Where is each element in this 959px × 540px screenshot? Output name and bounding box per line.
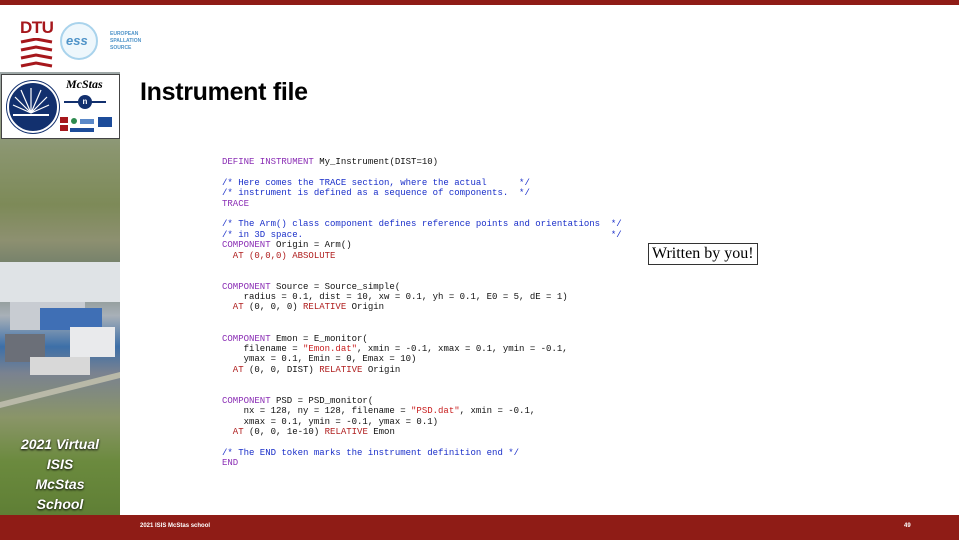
dtu-logo: DTU [20, 18, 54, 68]
mcstas-logo-text: McStas [66, 77, 103, 91]
code-token: Emon = E_monitor( [270, 333, 368, 344]
code-line: AT (0, 0, 1e-10) RELATIVE Emon [222, 427, 622, 437]
code-token: "Emon.dat" [303, 344, 358, 355]
code-token: xmax = 0.1, ymin = -0.1, ymax = 0.1) [222, 416, 439, 427]
code-token: TRACE [222, 198, 250, 209]
code-line: AT (0, 0, 0) RELATIVE Origin [222, 302, 622, 312]
code-token: PSD = PSD_monitor( [270, 395, 374, 406]
mcstas-logo-box: McStas n [1, 74, 120, 139]
slide-title: Instrument file [140, 78, 308, 106]
ess-word: EUROPEAN [110, 31, 139, 37]
code-token: Origin = Arm() [270, 240, 352, 251]
code-token: Emon [367, 427, 395, 438]
code-line: /* instrument is defined as a sequence o… [222, 188, 622, 198]
code-line: filename = "Emon.dat", xmin = -0.1, xmax… [222, 344, 622, 354]
top-accent-bar [0, 0, 959, 5]
code-token: nx = 128, ny = 128, filename = [222, 406, 412, 417]
code-line: xmax = 0.1, ymin = -0.1, ymax = 0.1) [222, 417, 622, 427]
code-line: nx = 128, ny = 128, filename = "PSD.dat"… [222, 406, 622, 416]
school-label-line: McStas [35, 476, 85, 492]
code-token: DEFINE INSTRUMENT [222, 157, 314, 167]
code-token: Origin [362, 364, 401, 375]
code-token: RELATIVE [303, 302, 347, 313]
code-token: COMPONENT [222, 333, 271, 344]
code-token: END [222, 458, 239, 469]
code-token: ymax = 0.1, Emin = 0, Emax = 10) [222, 354, 417, 365]
callout-written-by-you: Written by you! [648, 243, 758, 265]
school-label-line: 2021 Virtual [20, 436, 100, 452]
footer-bar: 2021 ISIS McStas school 49 [0, 515, 959, 540]
page-number: 49 [904, 523, 911, 529]
code-line: TRACE [222, 199, 622, 209]
code-token: AT [222, 302, 250, 313]
code-token: (0, 0, 1e-10) [249, 427, 325, 438]
footer-text: 2021 ISIS McStas school [140, 523, 211, 529]
code-line: /* in 3D space. */ [222, 230, 622, 240]
code-line: AT (0,0,0) ABSOLUTE [222, 251, 622, 261]
code-token: Source = Source_simple( [270, 281, 401, 292]
code-line: AT (0, 0, DIST) RELATIVE Origin [222, 365, 622, 375]
code-token: ABSOLUTE [292, 250, 336, 261]
code-token: /* Here comes the TRACE section, where t… [222, 177, 530, 188]
code-token: AT [222, 364, 250, 375]
code-line: COMPONENT Source = Source_simple( [222, 282, 622, 292]
code-token: COMPONENT [222, 240, 271, 251]
school-label-line: ISIS [46, 456, 74, 472]
code-token: /* The Arm() class component defines ref… [222, 219, 622, 230]
dtu-logo-text: DTU [20, 18, 54, 37]
code-token: "PSD.dat" [411, 406, 460, 417]
code-token: /* The END token marks the instrument de… [222, 447, 520, 458]
ess-logo-mark: ess [66, 33, 88, 48]
stfc-burst-icon [7, 81, 59, 133]
code-line: COMPONENT PSD = PSD_monitor( [222, 396, 622, 406]
instrument-code-listing: DEFINE INSTRUMENT My_Instrument(DIST=10)… [222, 157, 622, 469]
partner-logos-icon [60, 117, 112, 132]
dtu-chevron-icon [20, 38, 53, 68]
code-token: AT (0,0,0) [222, 250, 293, 261]
ess-word: SPALLATION [110, 38, 142, 44]
code-line: radius = 0.1, dist = 10, xw = 0.1, yh = … [222, 292, 622, 302]
code-token: COMPONENT [222, 395, 271, 406]
code-token: filename = [222, 344, 304, 355]
code-token: My_Instrument(DIST=10) [313, 157, 439, 167]
code-line: DEFINE INSTRUMENT My_Instrument(DIST=10) [222, 157, 622, 167]
code-token: Origin [346, 302, 385, 313]
code-line: COMPONENT Emon = E_monitor( [222, 334, 622, 344]
code-token: (0, 0, 0) [249, 302, 304, 313]
code-token: COMPONENT [222, 281, 271, 292]
code-line: END [222, 458, 622, 468]
code-token: , xmin = -0.1, [459, 406, 536, 417]
ess-word: SOURCE [110, 45, 132, 51]
sunburst-icon [12, 88, 50, 116]
school-label: 2021 Virtual ISIS McStas School [0, 434, 120, 514]
code-token: /* in 3D space. */ [222, 229, 622, 240]
code-token: RELATIVE [319, 364, 363, 375]
code-token: (0, 0, DIST) [249, 364, 320, 375]
ess-logo-words: EUROPEAN SPALLATION SOURCE [110, 31, 141, 52]
code-line: /* The END token marks the instrument de… [222, 448, 622, 458]
code-token: radius = 0.1, dist = 10, xw = 0.1, yh = … [222, 292, 568, 303]
code-line: /* The Arm() class component defines ref… [222, 219, 622, 229]
code-line: ymax = 0.1, Emin = 0, Emax = 10) [222, 354, 622, 364]
code-line: /* Here comes the TRACE section, where t… [222, 178, 622, 188]
code-token: , xmin = -0.1, xmax = 0.1, ymin = -0.1, [357, 344, 568, 355]
code-line: COMPONENT Origin = Arm() [222, 240, 622, 250]
school-label-line: School [36, 496, 84, 512]
code-token: /* instrument is defined as a sequence o… [222, 188, 530, 199]
neutron-icon: n [78, 95, 92, 109]
code-token: AT [222, 427, 250, 438]
code-token: RELATIVE [324, 427, 368, 438]
